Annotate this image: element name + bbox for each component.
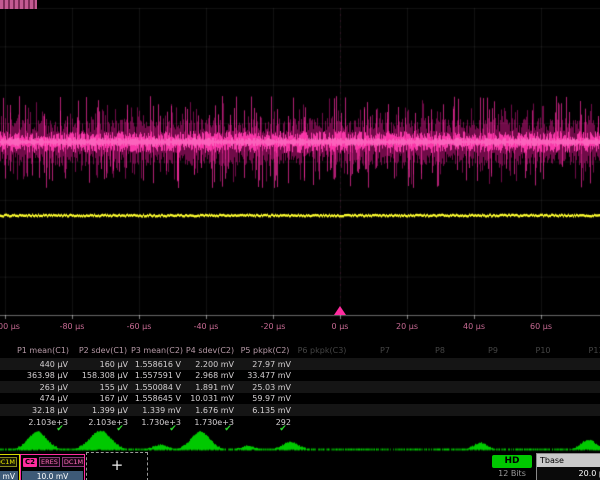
measurement-header-empty[interactable]: P11	[588, 346, 600, 355]
measurement-header[interactable]: P5 pkpk(C2)	[241, 346, 290, 355]
oscilloscope-screen: -100 µs -80 µs -60 µs -40 µs -20 µs 0 µs 20 µs…	[0, 0, 600, 480]
c2-channel-badge: C2	[23, 458, 37, 467]
measurement-value: 2.968 mV	[170, 371, 234, 380]
c2-volts-per-div: 10.0 mV	[22, 471, 83, 480]
cropped-label-badge	[0, 0, 37, 9]
measurement-value: 27.97 mV	[227, 360, 291, 369]
status-check-icon: ✔	[116, 424, 124, 434]
measurement-value: 59.97 mV	[227, 394, 291, 403]
trigger-position-marker[interactable]	[334, 306, 346, 315]
axis-tick-label: -40 µs	[194, 322, 219, 332]
measurement-value: 32.18 µV	[4, 406, 68, 415]
measurement-header-empty[interactable]: P8	[435, 346, 445, 355]
axis-tick-label: 40 µs	[463, 322, 485, 332]
status-check-icon: ✔	[279, 424, 287, 434]
axis-tick-label: 20 µs	[396, 322, 418, 332]
timebase-label: Tbase	[537, 454, 600, 467]
axis-tick-label: -60 µs	[127, 322, 152, 332]
channel-c1-descriptor[interactable]: DC1M 0 mV	[0, 454, 20, 480]
status-check-icon: ✔	[56, 424, 64, 434]
measurement-value: 10.031 mV	[170, 394, 234, 403]
measurement-header[interactable]: P1 mean(C1)	[17, 346, 69, 355]
timebase-value: 20.0 µ	[537, 467, 600, 480]
measurement-value: 1.891 mV	[170, 383, 234, 392]
hd-bits-label: 12 Bits	[492, 469, 532, 478]
status-check-icon: ✔	[224, 424, 232, 434]
measurement-value: 474 µV	[4, 394, 68, 403]
measurement-value: 263 µV	[4, 383, 68, 392]
measurement-header-empty[interactable]: P7	[380, 346, 390, 355]
measurement-header-empty[interactable]: P6 pkpk(C3)	[298, 346, 347, 355]
measurement-value: 2.200 mV	[170, 360, 234, 369]
add-trace-button[interactable]: +	[86, 452, 148, 480]
c1-coupling-badge: DC1M	[0, 457, 17, 467]
axis-tick-label: -100 µs	[0, 322, 20, 332]
measurement-header-empty[interactable]: P10	[535, 346, 550, 355]
axis-tick-label: -80 µs	[60, 322, 85, 332]
axis-tick-label: 60 µs	[530, 322, 552, 332]
measurement-header[interactable]: P3 mean(C2)	[131, 346, 183, 355]
c2-eres-badge: ERES	[39, 457, 60, 467]
status-check-icon: ✔	[169, 424, 177, 434]
c2-coupling-badge: DC1M	[62, 457, 85, 467]
measurement-value: 440 µV	[4, 360, 68, 369]
channel-c2-descriptor[interactable]: C2 ERES DC1M 10.0 mV	[20, 454, 85, 480]
timebase-descriptor[interactable]: Tbase 20.0 µ	[536, 453, 600, 480]
axis-tick-label: -20 µs	[261, 322, 286, 332]
c1-volts-per-div: 0 mV	[0, 471, 18, 480]
measurement-header-empty[interactable]: P9	[488, 346, 498, 355]
measurement-header[interactable]: P4 sdev(C2)	[186, 346, 234, 355]
measurement-value: 363.98 µV	[4, 371, 68, 380]
measurement-value: 1.676 mV	[170, 406, 234, 415]
axis-tick-label: 0 µs	[332, 322, 349, 332]
measurement-value: 6.135 mV	[227, 406, 291, 415]
measurement-header[interactable]: P2 sdev(C1)	[79, 346, 127, 355]
hd-mode-badge[interactable]: HD	[492, 455, 532, 468]
measurement-value: 33.477 mV	[227, 371, 291, 380]
measurement-value: 25.03 mV	[227, 383, 291, 392]
measurement-table: P1 mean(C1) P2 sdev(C1) P3 mean(C2)P4 sdev…	[0, 340, 600, 436]
timebase-axis: -100 µs -80 µs -60 µs -40 µs -20 µs 0 µs 20 µs…	[0, 322, 600, 334]
